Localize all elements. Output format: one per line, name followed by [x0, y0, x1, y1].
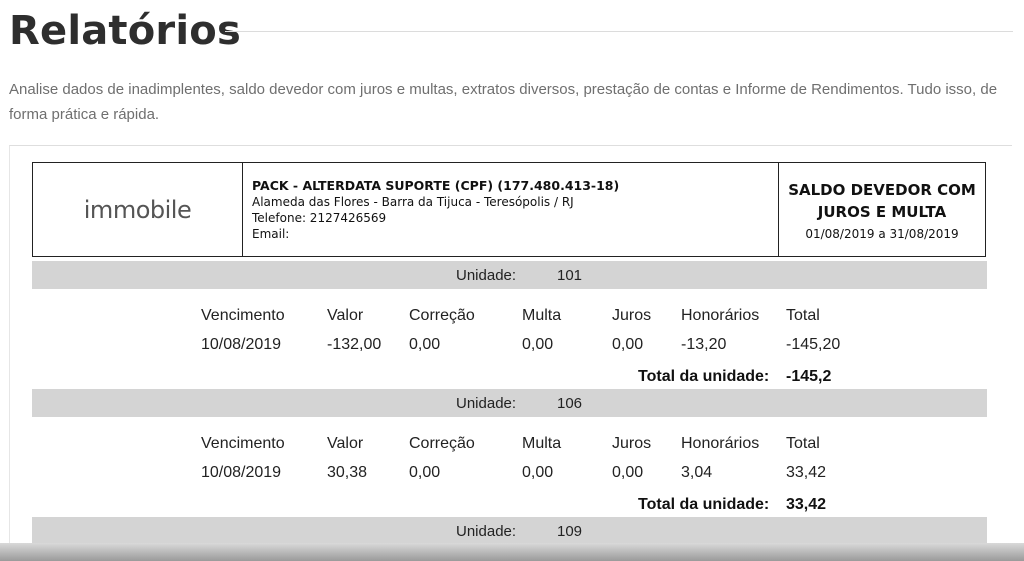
- company-phone: Telefone: 2127426569: [252, 211, 387, 225]
- unit-number: 101: [557, 267, 583, 284]
- table-cell: -145,20: [786, 336, 841, 353]
- report-title-box: SALDO DEVEDOR COM JUROS E MULTA 01/08/20…: [778, 163, 985, 256]
- report-title: SALDO DEVEDOR COM JUROS E MULTA: [788, 181, 976, 221]
- column-header: Correção: [409, 435, 475, 452]
- table-cell: 3,04: [681, 464, 713, 481]
- page-description: Analise dados de inadimplentes, saldo de…: [9, 81, 998, 123]
- column-header: Honorários: [681, 307, 760, 324]
- table-cell: 30,38: [327, 464, 368, 481]
- unit-bar: Unidade: 106: [32, 389, 987, 417]
- table-cell: 33,42: [786, 464, 827, 481]
- unit-number: 106: [557, 395, 583, 412]
- column-header: Total: [786, 435, 820, 452]
- unit-total-label: Total da unidade:: [638, 368, 770, 385]
- report-header: immobile PACK - ALTERDATA SUPORTE (CPF) …: [32, 162, 986, 257]
- table-cell: 0,00: [612, 464, 644, 481]
- unit-bar: Unidade: 109: [32, 517, 987, 544]
- column-header: Valor: [327, 435, 364, 452]
- table-cell: 0,00: [522, 336, 554, 353]
- column-header: Juros: [612, 307, 652, 324]
- table-cell: 10/08/2019: [201, 464, 282, 481]
- column-header: Multa: [522, 435, 562, 452]
- unit-label: Unidade:: [456, 395, 517, 412]
- unit-number: 109: [557, 523, 583, 540]
- report-period: 01/08/2019 a 31/08/2019: [805, 227, 959, 241]
- unit-label: Unidade:: [456, 523, 517, 540]
- unit-total-value: -145,2: [786, 368, 832, 385]
- table-cell: 0,00: [522, 464, 554, 481]
- column-header: Vencimento: [201, 307, 285, 324]
- title-divider: [225, 31, 1013, 32]
- company-logo: immobile: [33, 163, 243, 256]
- company-info: PACK - ALTERDATA SUPORTE (CPF) (177.480.…: [243, 163, 778, 256]
- unit-total-value: 33,42: [786, 496, 827, 513]
- table-cell: -132,00: [327, 336, 382, 353]
- unit-total-label: Total da unidade:: [638, 496, 770, 513]
- page-title: Relatórios: [9, 8, 241, 54]
- company-email: Email:: [252, 227, 290, 241]
- report-preview: immobile PACK - ALTERDATA SUPORTE (CPF) …: [9, 145, 1012, 544]
- column-header: Total: [786, 307, 820, 324]
- table-cell: -13,20: [681, 336, 727, 353]
- column-header: Vencimento: [201, 435, 285, 452]
- column-header: Valor: [327, 307, 364, 324]
- unit-bar: Unidade: 101: [32, 261, 987, 289]
- column-header: Honorários: [681, 435, 760, 452]
- column-header: Multa: [522, 307, 562, 324]
- table-cell: 0,00: [409, 464, 441, 481]
- column-header: Juros: [612, 435, 652, 452]
- unit-label: Unidade:: [456, 267, 517, 284]
- company-address: Alameda das Flores - Barra da Tijuca - T…: [252, 195, 574, 209]
- company-name: PACK - ALTERDATA SUPORTE (CPF) (177.480.…: [252, 178, 620, 193]
- table-cell: 0,00: [409, 336, 441, 353]
- table-cell: 0,00: [612, 336, 644, 353]
- bottom-shadow: [0, 543, 1024, 561]
- column-header: Correção: [409, 307, 475, 324]
- table-cell: 10/08/2019: [201, 336, 282, 353]
